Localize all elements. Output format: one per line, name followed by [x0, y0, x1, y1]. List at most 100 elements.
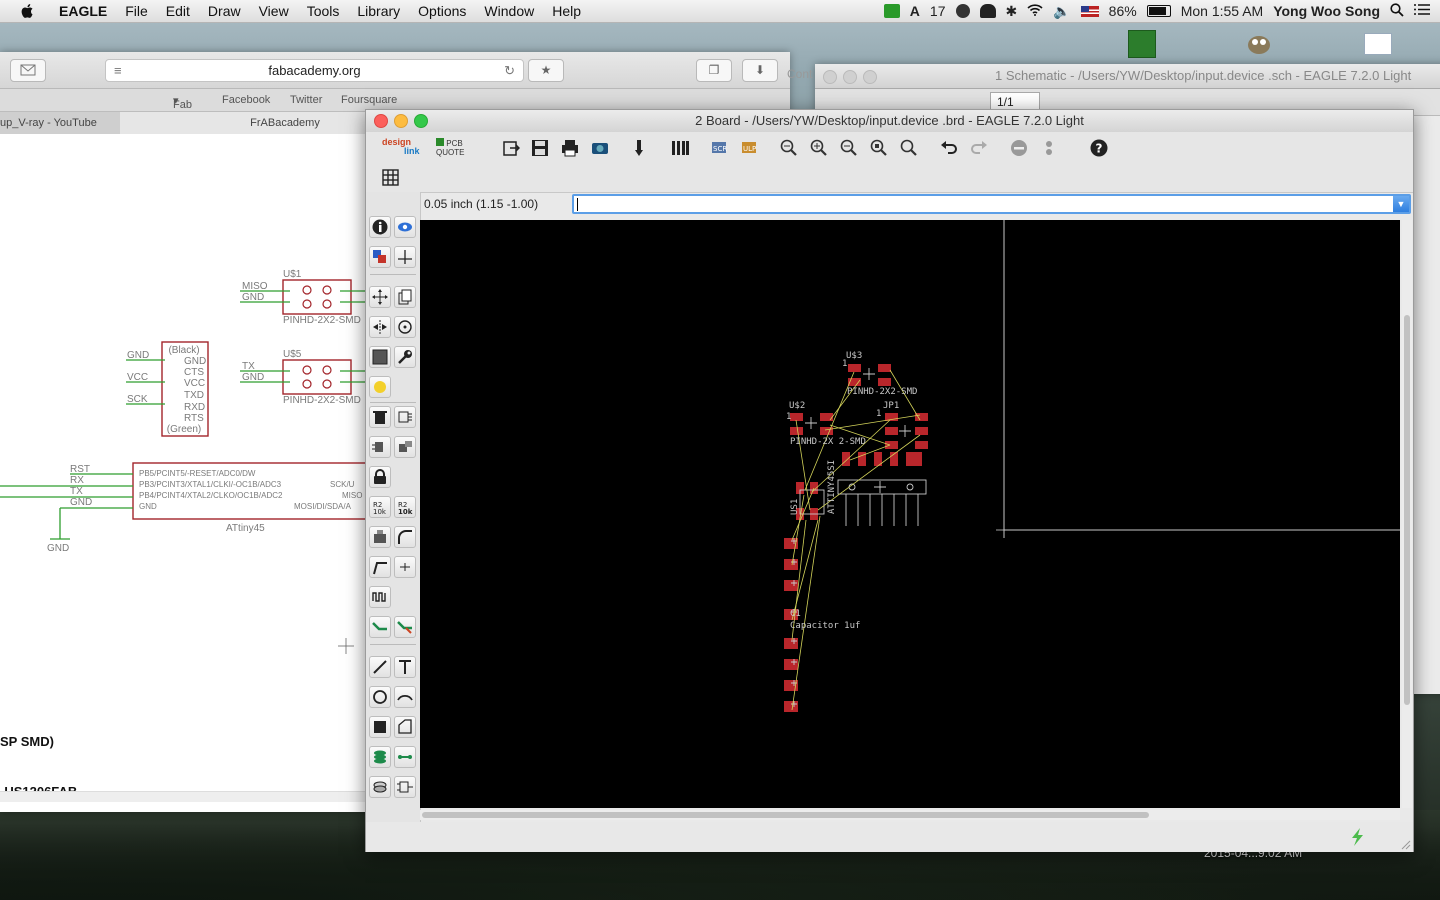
input-source-flag-icon[interactable] — [1080, 5, 1099, 17]
command-history-dropdown[interactable]: ▼ — [1393, 196, 1409, 212]
user-name[interactable]: Yong Woo Song — [1273, 3, 1380, 19]
board-close-button[interactable] — [374, 114, 388, 128]
evernote-status-icon[interactable] — [883, 4, 900, 18]
vertical-scroll-thumb[interactable] — [1404, 315, 1410, 705]
grid-icon[interactable] — [382, 169, 400, 187]
schematic-close-button[interactable] — [823, 70, 837, 84]
resize-grip-icon[interactable] — [1401, 840, 1411, 850]
desktop-document-icon[interactable] — [1364, 33, 1392, 55]
paste-tool[interactable] — [369, 376, 391, 398]
lightning-icon[interactable] — [1350, 828, 1366, 846]
rotate-tool[interactable] — [394, 316, 416, 338]
zoom-in-icon[interactable] — [810, 139, 828, 157]
menu-options[interactable]: Options — [409, 3, 475, 19]
value-tool[interactable]: R2 10k — [394, 496, 416, 518]
mirror-tool[interactable] — [369, 316, 391, 338]
address-bar[interactable]: ≡ fabacademy.org ↻ — [105, 59, 524, 82]
stop-icon[interactable] — [1010, 139, 1028, 157]
volume-icon[interactable]: 🔈 — [1053, 3, 1070, 20]
menu-help[interactable]: Help — [543, 3, 590, 19]
schematic-minimize-button[interactable] — [843, 70, 857, 84]
group-tool[interactable] — [369, 346, 391, 368]
spotlight-search-icon[interactable] — [1390, 2, 1404, 20]
menu-file[interactable]: File — [116, 3, 157, 19]
board-zoom-button[interactable] — [414, 114, 428, 128]
route-tool[interactable] — [369, 616, 391, 638]
menu-edit[interactable]: Edit — [157, 3, 199, 19]
bluetooth-icon[interactable]: ✱ — [1006, 3, 1018, 20]
ulp-icon[interactable] — [671, 139, 689, 157]
desktop-file-icon[interactable] — [1128, 30, 1156, 58]
arc-tool[interactable] — [394, 686, 416, 708]
reload-icon[interactable]: ↻ — [504, 60, 515, 81]
copy-tool[interactable] — [394, 286, 416, 308]
open-icon[interactable] — [502, 139, 520, 157]
menu-draw[interactable]: Draw — [199, 3, 250, 19]
replace-tool[interactable] — [369, 436, 391, 458]
smash-tool[interactable] — [369, 526, 391, 548]
sync-status-icon[interactable] — [955, 4, 970, 18]
downloads-button[interactable]: ⬇ — [742, 59, 778, 82]
board-canvas[interactable]: U$3 PINHD-2X2-SMD U$2 PINHD-2X 2-SMD JP1… — [420, 220, 1400, 808]
menu-window[interactable]: Window — [475, 3, 543, 19]
bookmark-twitter[interactable]: Twitter — [290, 94, 322, 106]
notification-center-icon[interactable] — [1414, 3, 1430, 19]
use-library-icon[interactable] — [630, 139, 648, 157]
design-link-button[interactable]: design link — [382, 138, 426, 160]
mark-tool[interactable] — [394, 246, 416, 268]
schematic-window-title[interactable]: 1 Schematic - /Users/YW/Desktop/input.de… — [815, 64, 1440, 89]
help-icon[interactable]: ? — [1090, 139, 1108, 157]
gimp-icon[interactable] — [1244, 30, 1274, 56]
schematic-zoom-button[interactable] — [863, 70, 877, 84]
ripup-tool[interactable] — [394, 616, 416, 638]
add-tool[interactable] — [394, 406, 416, 428]
cam-processor-icon[interactable] — [591, 139, 609, 157]
bookmark-facebook[interactable]: Facebook — [222, 94, 270, 106]
bookmark-fab[interactable]: Fab ▾ — [173, 94, 192, 111]
canvas-vertical-scrollbar[interactable] — [1402, 220, 1412, 808]
attribute-tool[interactable] — [394, 776, 416, 798]
name-tool[interactable]: R2 10k — [369, 496, 391, 518]
wifi-icon[interactable] — [1027, 3, 1043, 19]
menu-tools[interactable]: Tools — [298, 3, 349, 19]
lock-tool[interactable] — [369, 466, 391, 488]
rect-tool[interactable] — [369, 716, 391, 738]
menu-view[interactable]: View — [250, 3, 298, 19]
command-line-input[interactable]: ▼ — [572, 194, 1411, 214]
bookmark-star-button[interactable]: ★ — [528, 59, 564, 82]
lock-part-tool[interactable] — [394, 436, 416, 458]
menu-library[interactable]: Library — [348, 3, 409, 19]
clock[interactable]: Mon 1:55 AM — [1181, 3, 1264, 19]
print-icon[interactable] — [561, 139, 579, 157]
text-tool[interactable] — [394, 656, 416, 678]
apple-menu-icon[interactable] — [20, 3, 36, 19]
run-ulp-icon[interactable]: ULP — [741, 139, 759, 157]
split-tool[interactable] — [369, 556, 391, 578]
display-layers-tool[interactable] — [369, 246, 391, 268]
change-tool[interactable] — [394, 346, 416, 368]
script-icon[interactable]: SCR — [711, 139, 729, 157]
redo-icon[interactable] — [970, 139, 988, 157]
signal-tool[interactable] — [394, 746, 416, 768]
sheet-selector[interactable]: 1/1 — [990, 92, 1040, 110]
show-tool[interactable] — [394, 216, 416, 238]
board-minimize-button[interactable] — [394, 114, 408, 128]
zoom-select-icon[interactable] — [900, 139, 918, 157]
wire-tool[interactable] — [369, 656, 391, 678]
via-tool[interactable] — [369, 746, 391, 768]
zoom-fit-icon[interactable] — [780, 139, 798, 157]
calendar-status-icon[interactable]: A — [910, 3, 920, 19]
info-tool[interactable] — [369, 216, 391, 238]
tab-youtube[interactable]: up_V-ray - YouTube — [0, 112, 121, 134]
share-mail-button[interactable] — [10, 59, 46, 82]
polygon-tool[interactable] — [394, 716, 416, 738]
miter-tool[interactable] — [394, 526, 416, 548]
meander-tool[interactable] — [369, 586, 391, 608]
ghost-status-icon[interactable] — [979, 4, 996, 18]
zoom-redraw-icon[interactable] — [870, 139, 888, 157]
pcb-quote-button[interactable]: PCB QUOTE — [436, 138, 472, 160]
hole-tool[interactable] — [369, 776, 391, 798]
move-tool[interactable] — [369, 286, 391, 308]
delete-tool[interactable] — [369, 406, 391, 428]
reader-icon[interactable]: ≡ — [114, 60, 122, 81]
